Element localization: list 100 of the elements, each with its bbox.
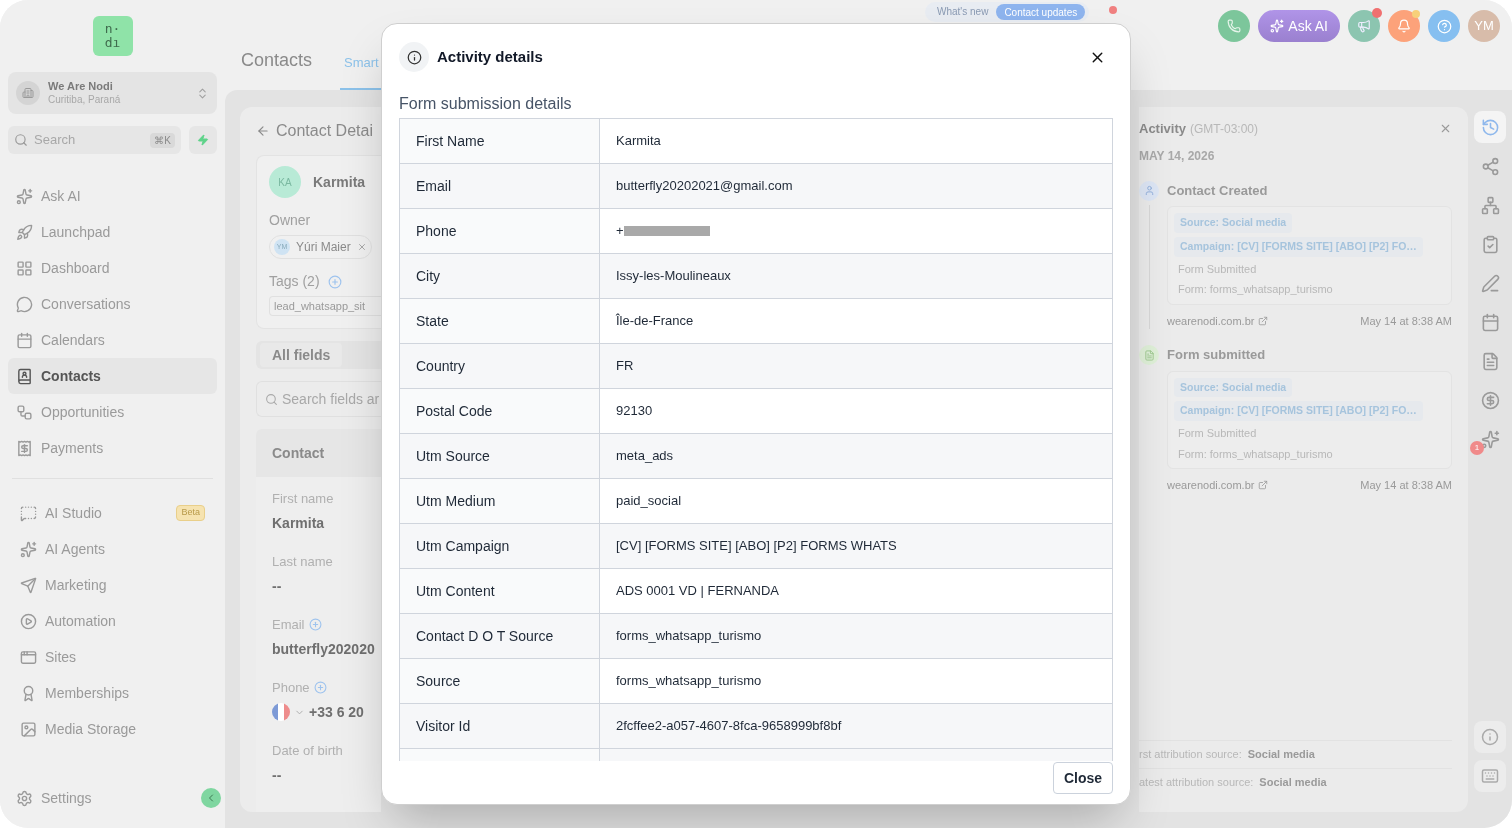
flag-icon[interactable] <box>272 703 290 721</box>
field-value: forms_whatsapp_turismo <box>616 672 762 691</box>
field-value: [CV] [FORMS SITE] [ABO] [P2] FORMS WHATS <box>616 537 897 556</box>
external-link-icon <box>1258 480 1269 491</box>
workspace-switcher[interactable]: We Are Nodi Curitiba, Paraná <box>8 72 217 114</box>
sparkles-icon <box>20 540 37 558</box>
nav-item[interactable]: Media Storage <box>12 711 213 747</box>
add-icon[interactable] <box>313 681 327 695</box>
field-label: Contact D O T Source <box>416 626 554 646</box>
external-link-icon <box>1258 315 1269 326</box>
field-label: Email <box>416 176 451 196</box>
notifications-button[interactable] <box>1388 10 1420 42</box>
calendar-icon <box>1480 312 1500 332</box>
updates-pill[interactable]: Contact updates <box>996 4 1086 20</box>
rail-button[interactable] <box>1474 111 1506 143</box>
field-value: meta_ads <box>616 447 674 466</box>
address-book-icon <box>16 367 33 385</box>
help-icon <box>1436 18 1452 34</box>
beta-badge: Beta <box>176 505 205 521</box>
field-value: -- <box>272 576 282 596</box>
site-link[interactable]: wearenodi.com.br <box>1167 477 1269 494</box>
source-tag: Source: Social media <box>1174 213 1293 233</box>
pen-icon <box>1480 273 1500 293</box>
nodes-icon <box>1480 156 1500 176</box>
nav-item[interactable]: Ask AI <box>8 178 217 214</box>
send-icon <box>20 576 37 594</box>
network-icon <box>1480 195 1500 215</box>
whats-new-label[interactable]: What's new <box>937 7 989 17</box>
close-button[interactable]: Close <box>1052 762 1113 794</box>
chevrons-icon <box>196 86 209 100</box>
nav-item[interactable]: Dashboard <box>8 250 217 286</box>
nav-item[interactable]: Conversations <box>8 286 217 322</box>
search-field[interactable]: Search ⌘K <box>8 126 181 154</box>
add-icon[interactable] <box>308 618 322 632</box>
field-value: Issy-les-Moulineaux <box>616 267 731 286</box>
nav-item[interactable]: Sites <box>12 639 213 675</box>
keyboard-icon <box>1481 767 1499 785</box>
sparkles-icon <box>1480 429 1500 449</box>
nav-item[interactable]: AI Studio Beta <box>12 495 213 531</box>
tab[interactable]: All fields <box>260 343 343 367</box>
count-badge: 1 <box>1470 441 1484 455</box>
field-value: 2fcffee2-a057-4607-8fca-9658999bf8bf <box>616 717 842 736</box>
field-value: Karmita <box>272 513 325 533</box>
field-label: Phone <box>416 221 457 241</box>
lightning-icon <box>197 134 209 146</box>
settings-link[interactable]: Settings <box>8 780 201 816</box>
field-value: butterfly202020 <box>272 639 375 659</box>
info-icon <box>399 42 429 72</box>
nav-item[interactable]: AI Agents <box>12 531 213 567</box>
person-icon <box>1139 180 1159 201</box>
bell-icon <box>1397 19 1411 33</box>
collapse-button[interactable] <box>201 788 221 808</box>
megaphone-icon <box>1357 19 1371 33</box>
rocket-icon <box>16 223 33 241</box>
field-value: forms_whatsapp_turismo <box>616 627 762 646</box>
remove-icon[interactable] <box>356 242 367 252</box>
quick-action-button[interactable] <box>189 126 217 154</box>
field-value: +33 6 20 <box>309 702 364 722</box>
help-button[interactable] <box>1428 10 1460 42</box>
field-label: Country <box>416 356 466 376</box>
activity-title: Activity <box>1139 120 1186 138</box>
field-value: Karmita <box>616 132 661 151</box>
field-value: FR <box>616 357 634 376</box>
source-tag: Campaign: [CV] [FORMS SITE] [ABO] [P2] FO… <box>1174 236 1423 257</box>
field-value: 92130 <box>616 402 653 421</box>
nav-item[interactable]: Calendars <box>8 322 217 358</box>
nav-item[interactable]: Launchpad <box>8 214 217 250</box>
nav-item[interactable]: Payments <box>8 430 217 466</box>
dollar-icon <box>1480 390 1500 410</box>
info-button[interactable] <box>1474 721 1506 753</box>
document-icon <box>1480 351 1500 371</box>
nav-item[interactable]: Memberships <box>12 675 213 711</box>
event-title: Form submitted <box>1167 346 1267 364</box>
grid-icon <box>16 259 33 277</box>
chat-bubble-icon <box>16 295 33 313</box>
workspace-location: Curitiba, Paraná <box>48 93 122 107</box>
nav-item[interactable]: Marketing <box>12 567 213 603</box>
date-heading: MAY 14, 2026 <box>1139 147 1216 165</box>
keyboard-button[interactable] <box>1474 760 1506 792</box>
field-label: Date of birth <box>272 742 343 760</box>
field-label: First Name <box>416 131 485 151</box>
history-icon <box>1480 117 1500 137</box>
nav-item[interactable]: Opportunities <box>8 394 217 430</box>
nav-item[interactable]: Contacts <box>8 358 217 394</box>
search-placeholder: Search <box>34 131 77 150</box>
field-value: butterfly20202021@gmail.com <box>616 177 793 196</box>
nav-item[interactable]: Automation <box>12 603 213 639</box>
ask-ai-button[interactable]: Ask AI <box>1258 10 1340 42</box>
site-link[interactable]: wearenodi.com.br <box>1167 312 1269 329</box>
sparkles-icon <box>16 187 33 205</box>
field-label: First name <box>272 490 334 508</box>
field-value: paid_social <box>616 492 682 511</box>
image-icon <box>20 720 37 738</box>
field-label: Utm Source <box>416 446 490 466</box>
gear-icon <box>16 789 33 807</box>
add-icon[interactable] <box>327 274 342 289</box>
phone-button[interactable] <box>1218 10 1251 42</box>
announcements-button[interactable] <box>1348 10 1380 42</box>
attribution-value: Social media <box>1247 747 1315 763</box>
user-avatar[interactable]: YM <box>1468 10 1500 42</box>
